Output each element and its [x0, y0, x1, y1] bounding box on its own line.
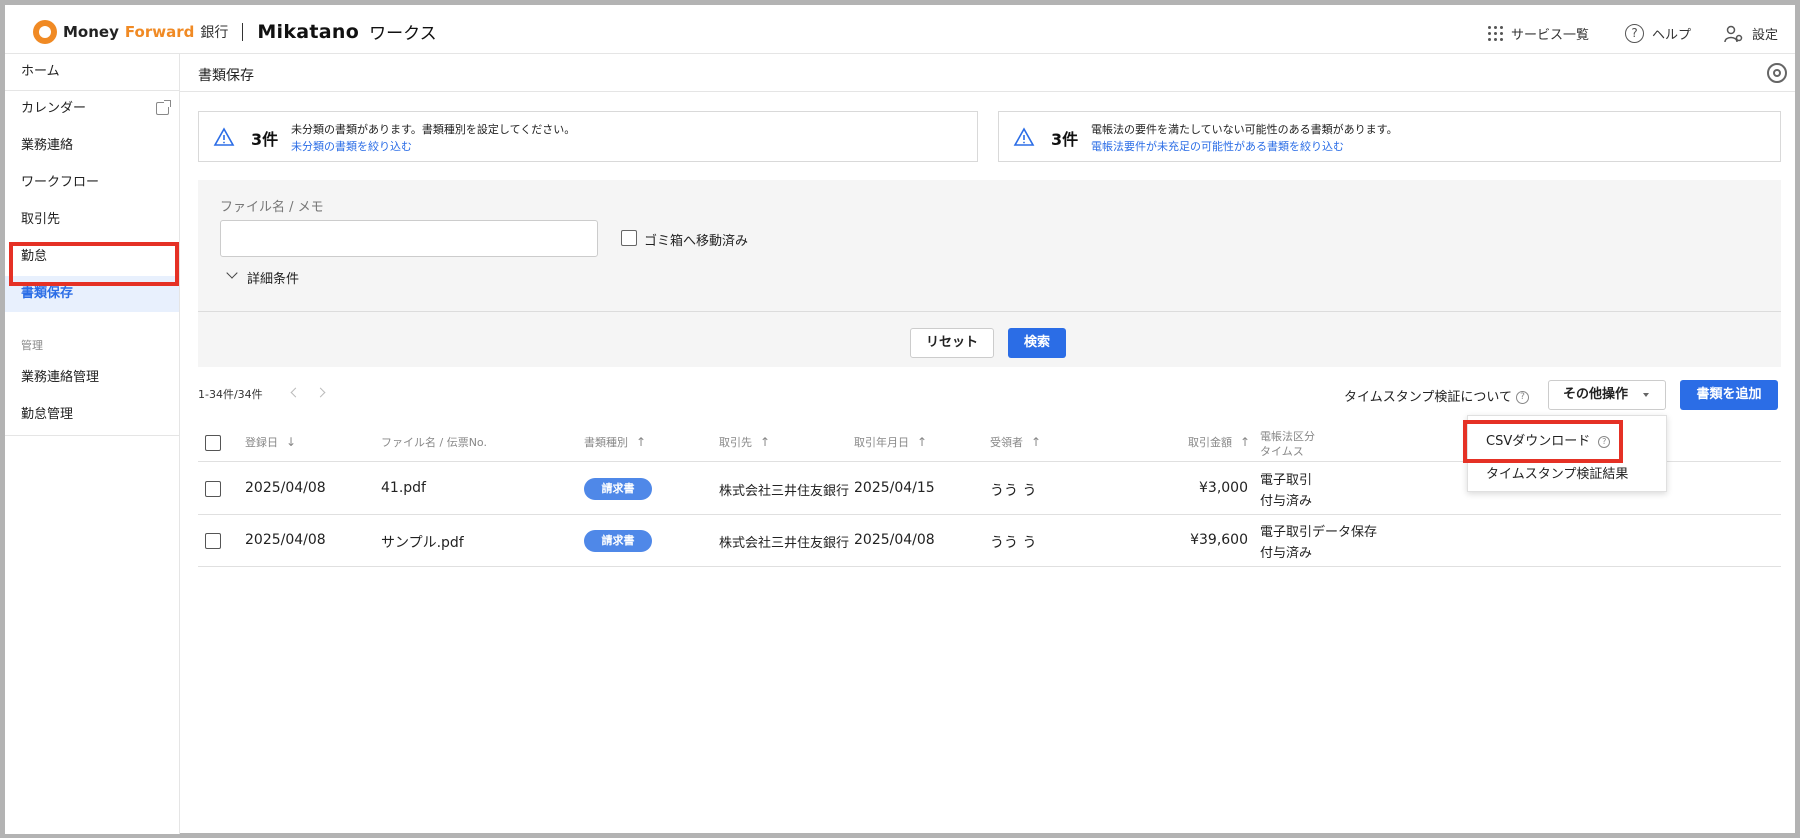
highlight-box-csv [1463, 420, 1623, 463]
sidebar-divider [5, 435, 179, 436]
column-header-timestamp: タイムス [1260, 445, 1304, 458]
sidebar-item-label: カレンダー [21, 101, 87, 116]
add-document-button[interactable]: 書類を追加 [1680, 380, 1778, 410]
trash-checkbox[interactable] [621, 230, 637, 246]
alert-filter-link[interactable]: 電帳法要件が未充足の可能性がある書類を絞り込む [1091, 138, 1344, 154]
money-forward-logo-icon [33, 19, 57, 44]
services-label: サービス一覧 [1511, 28, 1590, 43]
logo-separator [242, 22, 244, 41]
other-operations-label: その他操作 [1563, 387, 1629, 402]
detail-conditions-toggle[interactable]: 詳細条件 [247, 268, 299, 287]
cell-filename: 41.pdf [381, 480, 426, 496]
doc-type-badge: 請求書 [584, 478, 652, 500]
page-title-bar: 書類保存 [180, 54, 1795, 92]
settings-menu[interactable]: 設定 [1724, 24, 1778, 43]
cell-amount: ¥3,000 [1199, 480, 1248, 496]
settings-label: 設定 [1752, 28, 1779, 43]
alert-filter-link[interactable]: 未分類の書類を絞り込む [291, 138, 412, 154]
row-checkbox[interactable] [205, 481, 221, 497]
cell-amount: ¥39,600 [1190, 532, 1248, 548]
help-icon: ? [1625, 24, 1644, 43]
brand-mikatano: Mikatano [257, 20, 360, 43]
cell-date: 2025/04/15 [854, 480, 935, 496]
filename-label: ファイル名 / メモ [220, 200, 324, 215]
cell-receiver: うう う [990, 483, 1037, 499]
doc-type-badge: 請求書 [584, 530, 652, 552]
apps-grid-icon [1488, 26, 1503, 41]
column-header-date[interactable]: 取引年月日 ↑ [854, 434, 927, 450]
brand-bank: 銀行 [200, 24, 229, 41]
select-all-checkbox[interactable] [205, 435, 221, 451]
reset-button[interactable]: リセット [910, 328, 994, 358]
trash-checkbox-label[interactable]: ゴミ箱へ移動済み [644, 230, 748, 249]
sidebar-item-home[interactable]: ホーム [5, 54, 179, 90]
brand-works: ワークス [369, 24, 437, 44]
cell-partner: 株式会社三井住友銀行 [719, 536, 850, 551]
row-checkbox[interactable] [205, 533, 221, 549]
help-menu[interactable]: ? ヘルプ [1625, 24, 1691, 43]
filename-search-input[interactable] [220, 220, 598, 257]
sidebar-item-business-contact-admin[interactable]: 業務連絡管理 [5, 360, 179, 396]
cell-filename: サンプル.pdf [381, 535, 464, 551]
sidebar-item-calendar[interactable]: カレンダー [5, 91, 179, 127]
external-link-icon [156, 100, 171, 115]
table-row[interactable]: 2025/04/08 サンプル.pdf 請求書 株式会社三井住友銀行 2025/… [198, 515, 1781, 567]
alert-count: 3件 [1051, 130, 1079, 149]
cell-receiver: うう う [990, 535, 1037, 551]
alert-unclassified: 3件 未分類の書類があります。書類種別を設定してください。 未分類の書類を絞り込… [198, 111, 978, 162]
logo[interactable]: Money Forward 銀行 Mikatano ワークス [33, 19, 437, 44]
alert-message: 電帳法の要件を満たしていない可能性のある書類があります。 [1091, 123, 1398, 136]
column-header-amount[interactable]: 取引金額 ↑ [1188, 434, 1250, 450]
cell-partner: 株式会社三井住友銀行 [719, 484, 850, 499]
alert-count: 3件 [251, 130, 279, 149]
alert-ebook-requirements: 3件 電帳法の要件を満たしていない可能性のある書類があります。 電帳法要件が未充… [998, 111, 1781, 162]
cell-date: 2025/04/08 [854, 532, 935, 548]
sidebar: ホーム カレンダー 業務連絡 ワークフロー 取引先 勤怠 書類保存 管理 業務連… [5, 54, 180, 834]
gear-icon[interactable] [1767, 63, 1787, 83]
top-header: Money Forward 銀行 Mikatano ワークス サービス一覧 ? … [5, 5, 1795, 54]
brand-forward: Forward [124, 22, 195, 41]
timestamp-about-label: タイムスタンプ検証について [1344, 390, 1512, 405]
search-button[interactable]: 検索 [1008, 328, 1066, 358]
sidebar-item-partners[interactable]: 取引先 [5, 202, 179, 238]
column-header-filename: ファイル名 / 伝票No. [381, 436, 487, 449]
chevron-right-icon[interactable] [315, 387, 326, 398]
main-content: 書類保存 3件 未分類の書類があります。書類種別を設定してください。 未分類の書… [180, 54, 1795, 834]
app-frame: Money Forward 銀行 Mikatano ワークス サービス一覧 ? … [0, 0, 1800, 838]
warning-icon [1013, 127, 1035, 146]
highlight-box-sidebar [9, 242, 179, 286]
help-icon: ? [1515, 391, 1529, 404]
help-label: ヘルプ [1652, 28, 1692, 43]
column-header-ebook: 電帳法区分 [1260, 430, 1315, 443]
other-operations-button[interactable]: その他操作 [1548, 380, 1666, 410]
timestamp-about-link[interactable]: タイムスタンプ検証について? [1344, 386, 1529, 405]
sidebar-section-admin: 管理 [21, 339, 43, 352]
cell-timestamp-status: 付与済み [1260, 494, 1313, 509]
cell-registered: 2025/04/08 [245, 480, 326, 496]
column-header-partner[interactable]: 取引先 ↑ [719, 434, 770, 450]
alert-message: 未分類の書類があります。書類種別を設定してください。 [291, 123, 576, 136]
caret-down-icon [1643, 393, 1649, 397]
chevron-left-icon[interactable] [290, 387, 301, 398]
sidebar-item-business-contact[interactable]: 業務連絡 [5, 128, 179, 164]
column-header-doc-type[interactable]: 書類種別 ↑ [584, 434, 646, 450]
column-header-receiver[interactable]: 受領者 ↑ [990, 434, 1041, 450]
chevron-down-icon[interactable] [226, 267, 238, 279]
brand-money: Money [63, 22, 119, 41]
cell-registered: 2025/04/08 [245, 532, 326, 548]
timestamp-result-menu-item[interactable]: タイムスタンプ検証結果 [1486, 463, 1628, 482]
page-title: 書類保存 [198, 68, 254, 84]
cell-timestamp-status: 付与済み [1260, 546, 1313, 561]
pager-count: 1-34件/34件 [198, 388, 263, 401]
cell-ebook-type: 電子取引データ保存 [1260, 525, 1378, 540]
warning-icon [213, 127, 235, 146]
column-header-registered[interactable]: 登録日 ↓ [245, 434, 296, 450]
user-settings-icon [1724, 25, 1743, 42]
search-panel-divider [198, 311, 1781, 312]
services-menu[interactable]: サービス一覧 [1488, 24, 1589, 43]
cell-ebook-type: 電子取引 [1260, 473, 1313, 488]
sidebar-item-workflow[interactable]: ワークフロー [5, 165, 179, 201]
search-panel: ファイル名 / メモ ゴミ箱へ移動済み 詳細条件 リセット 検索 [198, 180, 1781, 367]
sidebar-item-attendance-admin[interactable]: 勤怠管理 [5, 397, 179, 433]
